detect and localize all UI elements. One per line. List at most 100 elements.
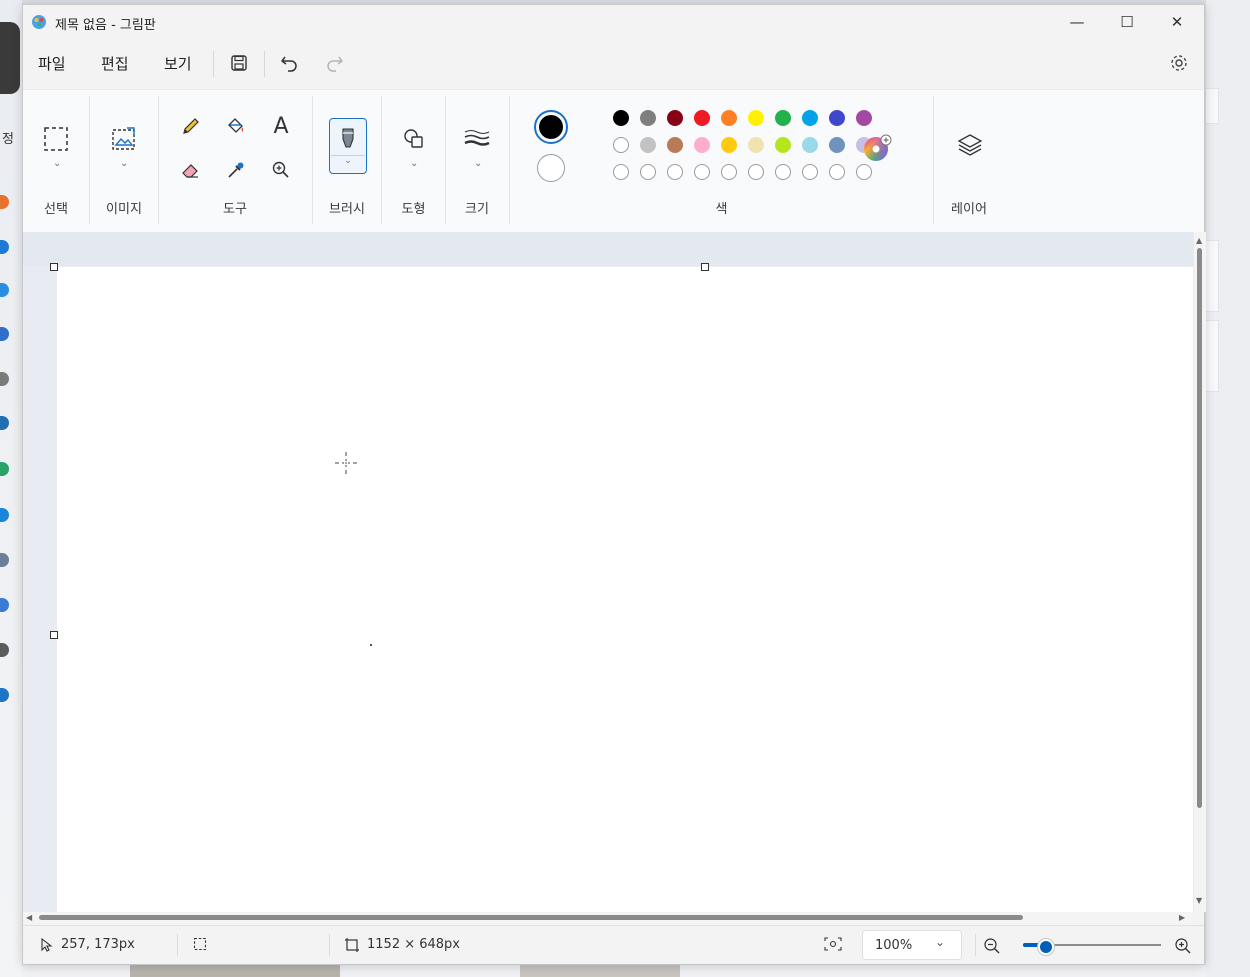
image-button[interactable]: [109, 124, 139, 154]
zoom-slider[interactable]: [1023, 939, 1161, 955]
chevron-down-icon[interactable]: ⌄: [120, 158, 128, 169]
resize-handle[interactable]: [50, 263, 58, 271]
shapes-button[interactable]: [399, 124, 429, 154]
text-tool[interactable]: A: [267, 112, 295, 140]
pencil-tool[interactable]: [177, 112, 205, 140]
custom-color-slot[interactable]: [775, 164, 791, 180]
layers-group: 레이어: [934, 90, 1004, 232]
desktop-icon[interactable]: [0, 416, 9, 430]
zoom-slider-thumb[interactable]: [1038, 939, 1055, 955]
menu-file[interactable]: 파일: [38, 53, 66, 74]
fill-tool[interactable]: [222, 112, 250, 140]
color-swatch[interactable]: [775, 137, 791, 153]
horizontal-scroll-thumb[interactable]: [39, 915, 1023, 920]
custom-color-slot[interactable]: [694, 164, 710, 180]
desktop-icon[interactable]: [0, 462, 9, 476]
maximize-button[interactable]: ☐: [1104, 5, 1150, 39]
color-swatch[interactable]: [613, 137, 629, 153]
image-icon: [112, 127, 135, 150]
horizontal-scrollbar[interactable]: ◀ ▶: [23, 912, 1194, 924]
status-divider: [177, 934, 178, 956]
color-swatch[interactable]: [694, 110, 710, 126]
redo-icon: [327, 56, 343, 72]
chevron-down-icon[interactable]: ⌄: [331, 154, 365, 166]
desktop-icon[interactable]: [0, 240, 9, 254]
color-swatch[interactable]: [640, 137, 656, 153]
color-swatch[interactable]: [640, 110, 656, 126]
color-picker-tool[interactable]: [222, 156, 250, 184]
close-button[interactable]: ✕: [1154, 5, 1200, 39]
settings-button[interactable]: [1167, 51, 1191, 75]
custom-color-slot[interactable]: [802, 164, 818, 180]
desktop-icon[interactable]: [0, 508, 9, 522]
redo-button[interactable]: [322, 51, 346, 75]
eraser-tool[interactable]: [177, 156, 205, 184]
menu-view[interactable]: 보기: [164, 53, 192, 74]
desktop-icon[interactable]: [0, 643, 9, 657]
minimize-button[interactable]: —: [1054, 5, 1100, 39]
color-swatch[interactable]: [667, 137, 683, 153]
color-swatch[interactable]: [802, 137, 818, 153]
primary-color-button[interactable]: [534, 110, 568, 144]
color-swatch[interactable]: [721, 110, 737, 126]
secondary-color-button[interactable]: [537, 154, 565, 182]
color-swatch[interactable]: [802, 110, 818, 126]
fit-to-window-button[interactable]: [824, 937, 842, 951]
chevron-down-icon[interactable]: ⌄: [474, 158, 482, 169]
select-button[interactable]: [41, 124, 71, 154]
color-swatch[interactable]: [829, 137, 845, 153]
edit-colors-button[interactable]: [863, 134, 892, 162]
custom-color-slot[interactable]: [829, 164, 845, 180]
resize-handle[interactable]: [701, 263, 709, 271]
chevron-down-icon[interactable]: ⌄: [410, 158, 418, 169]
workspace-margin: [23, 232, 1193, 266]
desktop-icon[interactable]: [0, 372, 9, 386]
color-swatch[interactable]: [748, 110, 764, 126]
chevron-down-icon[interactable]: ⌄: [53, 158, 61, 169]
menu-edit[interactable]: 편집: [101, 53, 129, 74]
magnifier-tool[interactable]: [267, 156, 295, 184]
desktop-icon[interactable]: [0, 688, 9, 702]
color-swatch[interactable]: [748, 137, 764, 153]
rectangle-select-icon: [44, 127, 68, 151]
fit-to-window-icon: [824, 937, 842, 951]
zoom-in-button[interactable]: [1174, 937, 1192, 955]
scroll-down-icon[interactable]: ▼: [1196, 896, 1202, 905]
scroll-left-icon[interactable]: ◀: [26, 913, 32, 922]
size-button[interactable]: [462, 124, 492, 154]
scroll-right-icon[interactable]: ▶: [1179, 913, 1185, 922]
color-swatch[interactable]: [694, 137, 710, 153]
desktop-icon[interactable]: [0, 327, 9, 341]
color-swatch[interactable]: [721, 137, 737, 153]
title-bar: 제목 없음 - 그림판 — ☐ ✕: [23, 5, 1204, 39]
vertical-scrollbar[interactable]: ▲ ▼: [1194, 232, 1206, 912]
menu-divider: [213, 51, 214, 77]
resize-handle[interactable]: [50, 631, 58, 639]
desktop-icon[interactable]: [0, 195, 9, 209]
custom-color-slot[interactable]: [640, 164, 656, 180]
custom-color-slot[interactable]: [748, 164, 764, 180]
custom-color-slot[interactable]: [721, 164, 737, 180]
color-swatch[interactable]: [667, 110, 683, 126]
cursor-position-text: 257, 173px: [61, 937, 135, 952]
brush-button[interactable]: ⌄: [329, 118, 367, 174]
layers-button[interactable]: [955, 130, 985, 160]
zoom-out-button[interactable]: [983, 937, 1001, 955]
custom-color-slot[interactable]: [613, 164, 629, 180]
scroll-up-icon[interactable]: ▲: [1196, 236, 1202, 245]
desktop-icon[interactable]: [0, 553, 9, 567]
color-swatch[interactable]: [775, 110, 791, 126]
color-swatch[interactable]: [829, 110, 845, 126]
zoom-dropdown[interactable]: 100% ⌄: [862, 930, 962, 960]
desktop-icon[interactable]: [0, 598, 9, 612]
color-swatch[interactable]: [613, 110, 629, 126]
undo-button[interactable]: [278, 51, 302, 75]
save-button[interactable]: [227, 51, 251, 75]
drawing-canvas[interactable]: [57, 267, 1193, 912]
custom-color-slot[interactable]: [856, 164, 872, 180]
desktop-icon[interactable]: [0, 283, 9, 297]
custom-color-slot[interactable]: [667, 164, 683, 180]
paint-window: 제목 없음 - 그림판 — ☐ ✕ 파일 편집 보기 ⌄ 선택 ⌄ 이미지 A …: [22, 4, 1206, 964]
vertical-scroll-thumb[interactable]: [1197, 248, 1202, 808]
color-swatch[interactable]: [856, 110, 872, 126]
